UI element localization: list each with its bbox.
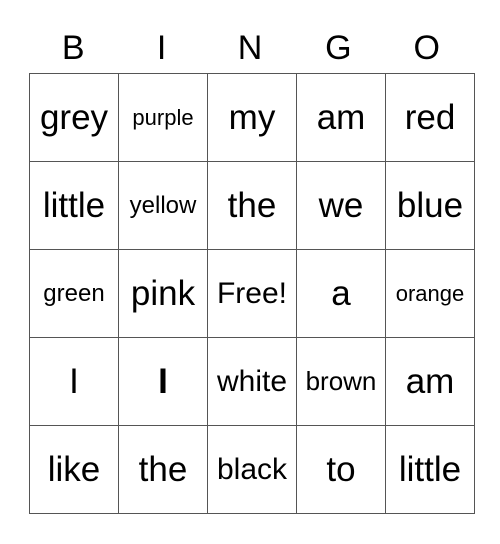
bingo-header: B I N G O	[29, 28, 471, 68]
bingo-cell[interactable]: black	[207, 425, 297, 514]
bingo-cell[interactable]: white	[207, 337, 297, 426]
bingo-cell[interactable]: blue	[385, 161, 475, 250]
header-letter-i: I	[156, 29, 167, 67]
bingo-cell[interactable]: green	[29, 249, 119, 338]
header-letter-g: G	[325, 29, 352, 67]
bingo-cell[interactable]: a	[296, 249, 386, 338]
grid-row: little yellow the we blue	[29, 161, 475, 250]
bingo-cell[interactable]: am	[385, 337, 475, 426]
bingo-cell[interactable]: brown	[296, 337, 386, 426]
bingo-cell[interactable]: orange	[385, 249, 475, 338]
bingo-cell[interactable]: we	[296, 161, 386, 250]
bingo-cell[interactable]: the	[207, 161, 297, 250]
grid-row: green pink Free! a orange	[29, 249, 475, 338]
bingo-cell[interactable]: the	[118, 425, 208, 514]
bingo-cell[interactable]: yellow	[118, 161, 208, 250]
bingo-cell[interactable]: am	[296, 73, 386, 162]
bingo-cell[interactable]: I	[29, 337, 119, 426]
free-space-cell[interactable]: Free!	[207, 249, 297, 338]
bingo-cell[interactable]: red	[385, 73, 475, 162]
bingo-cell[interactable]: like	[29, 425, 119, 514]
header-letter-o: O	[413, 29, 440, 67]
bingo-cell[interactable]: grey	[29, 73, 119, 162]
bingo-cell[interactable]: pink	[118, 249, 208, 338]
header-letter-b: B	[61, 29, 85, 67]
bingo-cell[interactable]: little	[29, 161, 119, 250]
grid-row: grey purple my am red	[29, 73, 475, 162]
grid-row: I I white brown am	[29, 337, 475, 426]
bingo-cell[interactable]: to	[296, 425, 386, 514]
bingo-cell[interactable]: I	[118, 337, 208, 426]
bingo-grid: grey purple my am red little yellow the …	[29, 73, 475, 514]
bingo-cell[interactable]: little	[385, 425, 475, 514]
header-letter-n: N	[237, 29, 263, 67]
bingo-cell[interactable]: purple	[118, 73, 208, 162]
bingo-cell[interactable]: my	[207, 73, 297, 162]
grid-row: like the black to little	[29, 425, 475, 514]
